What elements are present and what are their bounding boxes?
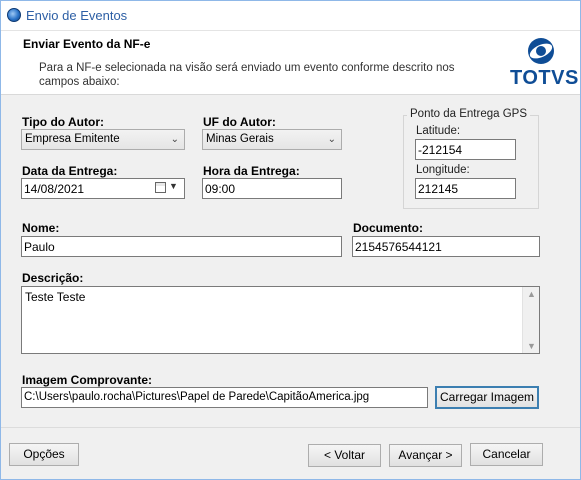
- voltar-button[interactable]: < Voltar: [308, 444, 381, 467]
- tipo-autor-select[interactable]: Empresa Emitente ⌄: [21, 129, 185, 150]
- date-picker-button[interactable]: ▼: [153, 180, 183, 197]
- gps-group-title: Ponto da Entrega GPS: [407, 108, 530, 120]
- scroll-down-icon[interactable]: ▼: [527, 341, 536, 351]
- chevron-down-icon: ⌄: [327, 134, 336, 145]
- descricao-value: Teste Teste: [25, 290, 86, 304]
- nome-input[interactable]: Paulo: [21, 236, 342, 257]
- hora-entrega-input[interactable]: 09:00: [202, 178, 342, 199]
- longitude-value: 212145: [418, 182, 459, 196]
- opcoes-button[interactable]: Opções: [9, 443, 79, 466]
- tipo-autor-label: Tipo do Autor:: [22, 115, 104, 129]
- descricao-textarea[interactable]: Teste Teste ▲ ▼: [21, 286, 540, 354]
- data-entrega-input[interactable]: 14/08/2021 ▼: [21, 178, 185, 199]
- app-icon: [7, 8, 21, 22]
- imagem-path-input[interactable]: C:\Users\paulo.rocha\Pictures\Papel de P…: [21, 387, 428, 408]
- cancelar-button[interactable]: Cancelar: [470, 443, 543, 466]
- imagem-label: Imagem Comprovante:: [22, 373, 153, 387]
- descricao-label: Descrição:: [22, 271, 84, 285]
- totvs-logo-text: TOTVS: [510, 67, 579, 89]
- data-entrega-label: Data da Entrega:: [22, 164, 118, 178]
- chevron-down-icon: ⌄: [170, 134, 179, 145]
- title-bar: Envio de Eventos: [1, 1, 580, 31]
- documento-value: 2154576544121: [355, 240, 442, 254]
- documento-label: Documento:: [353, 221, 423, 235]
- data-entrega-value: 14/08/2021: [24, 182, 85, 196]
- imagem-path-value: C:\Users\paulo.rocha\Pictures\Papel de P…: [24, 391, 370, 403]
- wizard-header: Enviar Evento da NF-e Para a NF-e seleci…: [1, 31, 580, 95]
- uf-autor-select[interactable]: Minas Gerais ⌄: [202, 129, 342, 150]
- totvs-logo-icon: [528, 38, 554, 64]
- footer-divider: [1, 427, 580, 428]
- hora-entrega-value: 09:00: [205, 182, 236, 196]
- avancar-button[interactable]: Avançar >: [389, 444, 462, 467]
- longitude-input[interactable]: 212145: [415, 178, 516, 199]
- latitude-value: -212154: [418, 143, 463, 157]
- longitude-label: Longitude:: [416, 164, 470, 176]
- calendar-icon: [155, 182, 166, 193]
- descricao-scrollbar[interactable]: ▲ ▼: [522, 287, 539, 353]
- latitude-label: Latitude:: [416, 125, 461, 137]
- nome-label: Nome:: [22, 221, 60, 235]
- hora-entrega-label: Hora da Entrega:: [203, 164, 300, 178]
- window-title: Envio de Eventos: [26, 8, 128, 23]
- dialog-window: Envio de Eventos Enviar Evento da NF-e P…: [0, 0, 581, 480]
- scroll-up-icon[interactable]: ▲: [527, 289, 536, 299]
- dropdown-arrow-icon: ▼: [169, 181, 178, 191]
- uf-autor-value: Minas Gerais: [206, 133, 274, 145]
- latitude-input[interactable]: -212154: [415, 139, 516, 160]
- nome-value: Paulo: [24, 240, 55, 254]
- carregar-imagem-button[interactable]: Carregar Imagem: [435, 386, 539, 409]
- header-title: Enviar Evento da NF-e: [23, 37, 151, 51]
- tipo-autor-value: Empresa Emitente: [25, 133, 120, 145]
- documento-input[interactable]: 2154576544121: [352, 236, 540, 257]
- uf-autor-label: UF do Autor:: [203, 115, 276, 129]
- header-description: Para a NF-e selecionada na visão será en…: [39, 62, 455, 88]
